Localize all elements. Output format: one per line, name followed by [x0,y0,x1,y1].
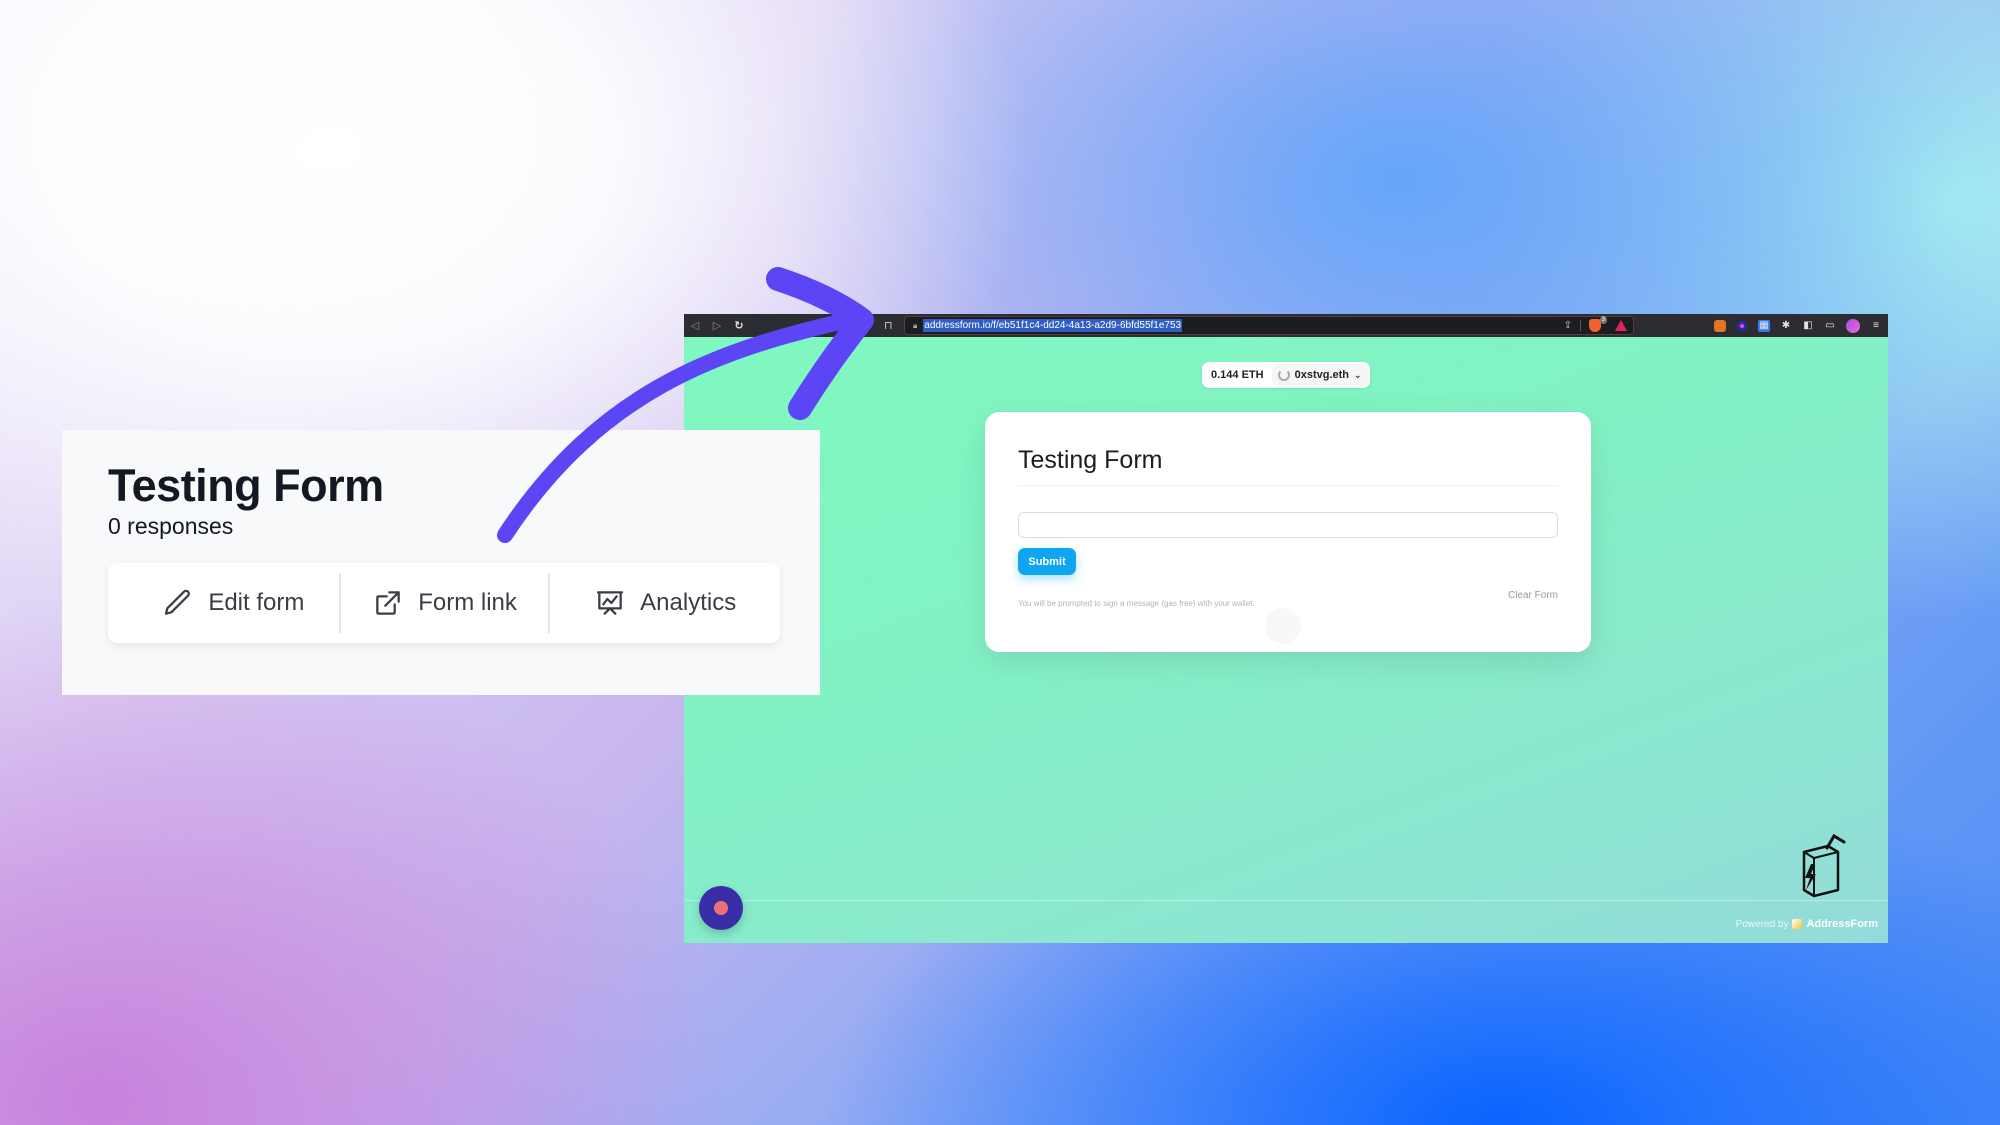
address-bar[interactable]: 🔒︎ addressform.io/f/eb51f1c4-dd24-4a13-a… [904,316,1634,335]
share-icon[interactable]: ⇪ [1564,320,1572,331]
brave-shields-icon[interactable]: 3 [1589,316,1607,332]
back-button[interactable]: ◁ [684,314,706,337]
wallet-widget: 0.144 ETH 0xstvg.eth ⌄ [1202,362,1370,388]
form-link-button[interactable]: Form link [341,563,549,643]
divider [1580,320,1581,331]
menu-icon[interactable]: ≡ [1870,320,1882,332]
addressform-logo-icon [1792,919,1803,929]
brave-rewards-icon[interactable] [1615,320,1627,331]
submit-button[interactable]: Submit [1018,548,1076,575]
loading-spinner-icon [1277,369,1290,381]
floating-action-button[interactable] [699,886,743,930]
grid-extension-icon[interactable]: ▦ [1758,319,1770,332]
pencil-icon [165,589,191,615]
record-dot-icon [714,901,728,915]
wallet-sign-note: You will be prompted to sign a message (… [1018,599,1255,608]
shield-count-badge: 3 [1599,316,1607,324]
footer-divider [684,900,1888,901]
analytics-label: Analytics [640,589,737,616]
extension-dot-icon[interactable] [1736,320,1748,332]
form-title: Testing Form [1018,446,1163,474]
browser-window: ◁ ▷ ↻ ⊓ 🔒︎ addressform.io/f/eb51f1c4-dd2… [684,314,1888,943]
form-summary-card: Testing Form 0 responses Edit form Form … [62,430,820,695]
reload-icon: ↻ [734,320,744,332]
form-actions-bar: Edit form Form link Analytics [108,563,780,643]
juicebox-logo-icon [1802,833,1846,898]
account-button[interactable]: 0xstvg.eth ⌄ [1271,364,1368,386]
metamask-icon[interactable] [1714,319,1726,332]
forward-button[interactable]: ▷ [706,314,728,337]
title-divider [1018,485,1558,486]
response-count: 0 responses [108,513,234,539]
back-icon: ◁ [690,320,700,332]
profile-avatar-icon[interactable] [1846,318,1860,333]
forward-icon: ▷ [712,320,722,332]
form-card: Testing Form Submit You will be prompted… [985,412,1591,652]
eth-balance: 0.144 ETH [1211,369,1264,381]
form-text-input[interactable] [1018,512,1558,538]
extensions-area: ▦ ✱ ◧ ▭ ≡ [1714,314,1882,337]
url-text[interactable]: addressform.io/f/eb51f1c4-dd24-4a13-a2d9… [923,319,1183,332]
edit-form-label: Edit form [208,589,305,616]
reload-button[interactable]: ↻ [728,314,750,337]
account-name: 0xstvg.eth [1294,369,1350,381]
analytics-button[interactable]: Analytics [550,563,780,643]
loading-overlay-circle [1265,608,1301,644]
puzzle-icon[interactable]: ✱ [1780,320,1792,332]
wallet-icon[interactable]: ▭ [1824,320,1836,332]
form-summary-title: Testing Form [108,460,384,511]
form-link-label: Form link [418,589,517,616]
external-link-icon [376,591,401,615]
chevron-down-icon: ⌄ [1354,369,1362,380]
bookmark-button[interactable]: ⊓ [884,314,893,337]
sidebar-icon[interactable]: ◧ [1802,320,1814,332]
presentation-chart-icon [597,591,624,615]
lock-icon: 🔒︎ [913,320,918,330]
clear-form-button[interactable]: Clear Form [1508,590,1558,601]
edit-form-button[interactable]: Edit form [108,563,339,643]
bookmark-icon: ⊓ [884,320,893,332]
powered-by-footer[interactable]: Powered by AddressForm [1736,918,1878,930]
powered-by-label: Powered by [1735,918,1789,930]
browser-toolbar: ◁ ▷ ↻ ⊓ 🔒︎ addressform.io/f/eb51f1c4-dd2… [684,314,1888,337]
addressform-brand: AddressForm [1806,918,1878,930]
